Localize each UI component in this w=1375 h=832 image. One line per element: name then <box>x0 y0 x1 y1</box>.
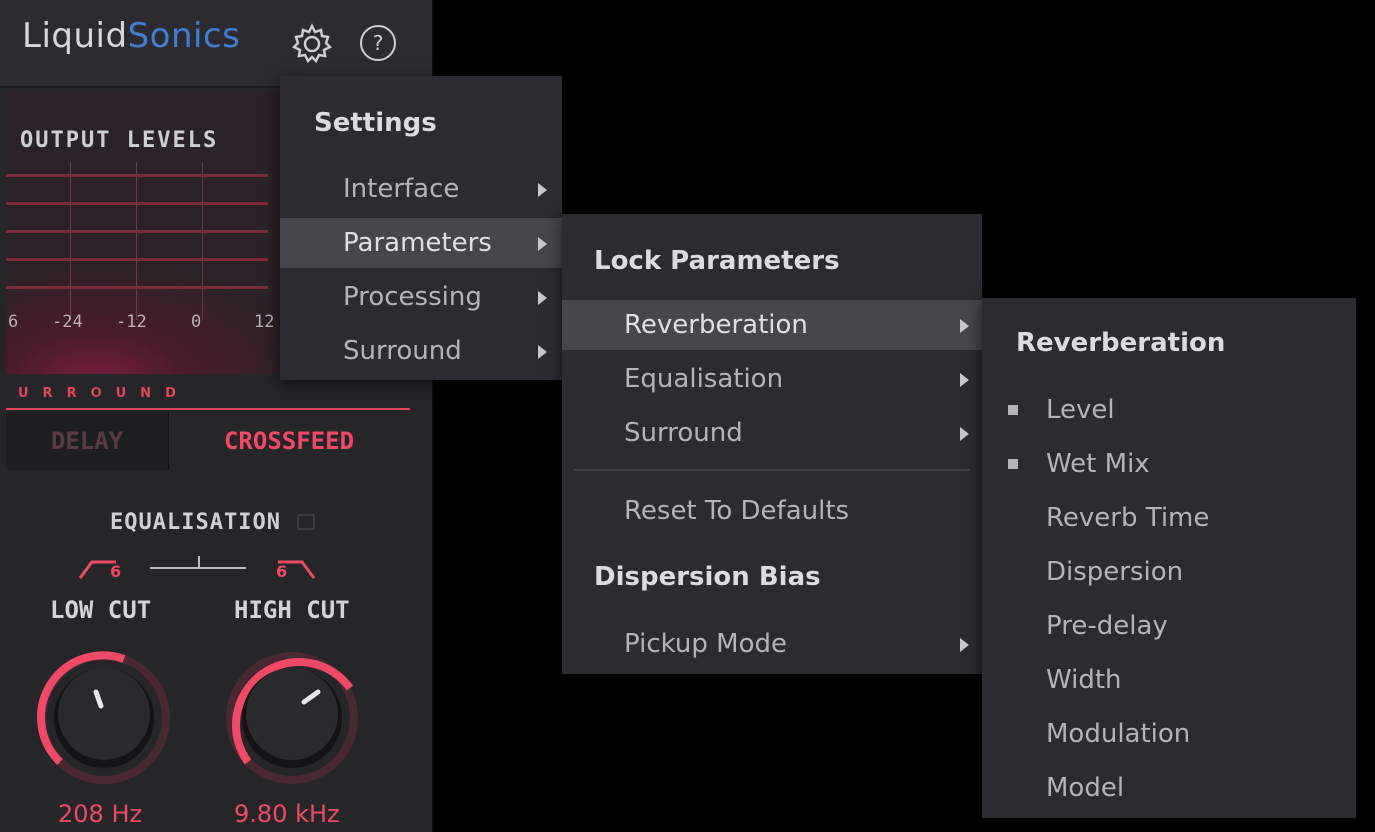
tab-bar: DELAY CROSSFEED <box>6 412 410 470</box>
settings-menu-title: Settings <box>314 108 437 138</box>
menu-item-pickup-mode[interactable]: Pickup Mode <box>562 619 982 669</box>
chevron-right-icon <box>960 427 969 441</box>
meter-title: OUTPUT LEVELS <box>20 128 219 153</box>
high-slope-value: 6 <box>276 562 288 581</box>
chevron-right-icon <box>960 638 969 652</box>
meter-scale-label: -24 <box>52 312 83 332</box>
settings-menu: Settings Interface Parameters Processing… <box>280 76 562 380</box>
chevron-right-icon <box>960 319 969 333</box>
high-cut-label: HIGH CUT <box>234 596 350 624</box>
gear-icon[interactable] <box>290 22 334 66</box>
chevron-right-icon <box>960 373 969 387</box>
equalisation-title: EQUALISATION <box>110 510 281 535</box>
low-cut-label: LOW CUT <box>50 596 152 624</box>
chevron-right-icon <box>538 237 547 251</box>
menu-item-surround-lock[interactable]: Surround <box>562 408 982 458</box>
menu-item-modulation[interactable]: Modulation <box>982 709 1356 759</box>
menu-item-reverb-time[interactable]: Reverb Time <box>982 493 1356 543</box>
meter-scale-label: 0 <box>191 312 202 332</box>
low-slope-value: 6 <box>110 562 122 581</box>
menu-item-reset-defaults[interactable]: Reset To Defaults <box>562 486 982 536</box>
menu-item-interface[interactable]: Interface <box>280 164 562 214</box>
header-bar: LiquidSonics ? <box>0 0 432 88</box>
high-cut-value: 9.80 kHz <box>234 800 340 828</box>
menu-item-level[interactable]: Level <box>982 385 1356 435</box>
meter-bar <box>6 174 268 177</box>
tab-crossfeed[interactable]: CROSSFEED <box>168 412 410 470</box>
meter-scale-label: -12 <box>116 312 147 332</box>
meter-gridline <box>202 162 203 320</box>
meter-bar <box>6 286 268 289</box>
section-divider <box>6 408 410 410</box>
meter-gridline <box>70 162 71 320</box>
menu-item-equalisation[interactable]: Equalisation <box>562 354 982 404</box>
menu-item-width[interactable]: Width <box>982 655 1356 705</box>
menu-item-processing[interactable]: Processing <box>280 272 562 322</box>
parameters-menu: Lock Parameters Reverberation Equalisati… <box>562 214 982 674</box>
menu-item-dispersion[interactable]: Dispersion <box>982 547 1356 597</box>
menu-item-surround[interactable]: Surround <box>280 326 562 376</box>
menu-item-reverberation[interactable]: Reverberation <box>562 300 982 350</box>
chevron-right-icon <box>538 183 547 197</box>
eq-connector-tick <box>198 556 200 568</box>
meter-bar <box>6 230 268 233</box>
menu-item-pre-delay[interactable]: Pre-delay <box>982 601 1356 651</box>
chevron-right-icon <box>538 345 547 359</box>
menu-item-wet-mix[interactable]: Wet Mix <box>982 439 1356 489</box>
dispersion-bias-title: Dispersion Bias <box>594 562 821 592</box>
checked-icon <box>1008 405 1018 415</box>
meter-scale-label: 12 <box>254 312 275 332</box>
help-icon[interactable]: ? <box>360 25 396 61</box>
low-cut-value: 208 Hz <box>58 800 143 828</box>
high-cut-knob[interactable] <box>222 648 362 788</box>
reverberation-menu-title: Reverberation <box>1016 328 1226 358</box>
meter-gridline <box>136 162 137 320</box>
menu-separator <box>574 469 970 471</box>
parameters-menu-title: Lock Parameters <box>594 246 840 276</box>
chevron-right-icon <box>538 291 547 305</box>
reverberation-menu: Reverberation Level Wet Mix Reverb Time … <box>982 298 1356 818</box>
meter-bar <box>6 202 268 205</box>
tab-delay[interactable]: DELAY <box>6 412 169 470</box>
surround-section-label: URROUND <box>18 386 190 401</box>
checked-icon <box>1008 459 1018 469</box>
menu-item-model[interactable]: Model <box>982 763 1356 813</box>
menu-item-parameters[interactable]: Parameters <box>280 218 562 268</box>
meter-scale-label: 6 <box>8 312 19 332</box>
logo: LiquidSonics <box>22 16 241 56</box>
low-cut-knob[interactable] <box>34 648 174 788</box>
lock-icon[interactable] <box>297 514 315 530</box>
meter-bar <box>6 258 268 261</box>
